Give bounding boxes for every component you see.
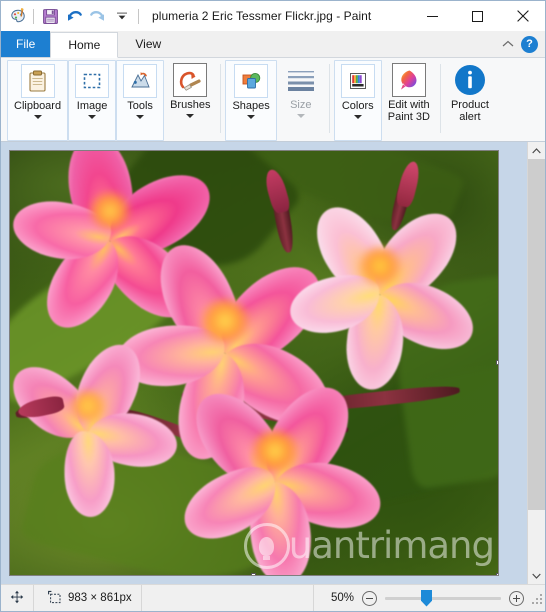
ribbon-group-tools-label: Tools xyxy=(127,100,153,112)
paint-3d-label-line1: Edit with xyxy=(388,99,430,111)
ribbon-group-product-alert-label: Product alert xyxy=(451,99,489,123)
vertical-scrollbar[interactable] xyxy=(527,142,545,584)
vertical-scroll-track[interactable] xyxy=(528,159,545,567)
chevron-up-icon[interactable] xyxy=(499,35,517,53)
move-cursor-icon xyxy=(10,590,24,607)
qat-separator-2 xyxy=(138,8,139,24)
paint-3d-label-line2: Paint 3D xyxy=(387,111,430,123)
ribbon-separator-3 xyxy=(439,64,441,133)
status-cursor-position xyxy=(1,585,33,611)
ribbon-group-shapes[interactable]: Shapes xyxy=(225,60,277,141)
help-icon[interactable]: ? xyxy=(521,35,538,53)
ribbon-group-clipboard[interactable]: Clipboard xyxy=(7,60,69,141)
chevron-down-icon[interactable] xyxy=(33,115,42,119)
tab-file[interactable]: File xyxy=(1,31,51,57)
chevron-down-icon[interactable] xyxy=(88,115,97,119)
selection-icon xyxy=(75,64,110,98)
photo-content: uantrimang xyxy=(10,151,498,575)
tab-bar-right: ? xyxy=(499,31,545,57)
status-image-size: 983 × 861px xyxy=(34,585,141,611)
clipboard-icon xyxy=(20,64,55,98)
qat-separator-1 xyxy=(33,8,34,24)
zoom-slider-track xyxy=(385,596,501,600)
zoom-slider-thumb[interactable] xyxy=(421,589,432,607)
vertical-scroll-thumb[interactable] xyxy=(528,159,545,510)
title-bar: plumeria 2 Eric Tessmer Flickr.jpg - Pai… xyxy=(1,1,545,31)
plumeria-photo[interactable]: uantrimang xyxy=(9,150,499,576)
customize-quick-access-icon[interactable] xyxy=(110,4,134,28)
resize-handle-bottom[interactable] xyxy=(251,573,256,575)
save-icon[interactable] xyxy=(38,4,62,28)
chevron-down-icon[interactable] xyxy=(247,115,256,119)
ribbon-group-tools[interactable]: Tools xyxy=(116,60,165,141)
ribbon-group-image[interactable]: Image xyxy=(68,60,117,141)
ribbon-group-colors-label: Colors xyxy=(341,100,374,112)
image-size-icon xyxy=(47,590,62,607)
close-button[interactable] xyxy=(500,1,545,31)
zoom-slider[interactable] xyxy=(385,589,501,607)
zoom-controls: 50% xyxy=(314,585,530,611)
color-palette-icon xyxy=(340,64,375,98)
ribbon-tab-bar: File Home View ? xyxy=(1,31,545,58)
scroll-down-icon[interactable] xyxy=(528,567,545,584)
ribbon-group-size[interactable]: Size xyxy=(277,60,325,141)
tab-home[interactable]: Home xyxy=(50,32,119,58)
product-alert-label-line1: Product xyxy=(450,99,489,111)
redo-icon[interactable] xyxy=(86,4,110,28)
chevron-down-icon[interactable] xyxy=(136,115,145,119)
paint-3d-icon xyxy=(391,63,426,97)
zoom-out-button[interactable] xyxy=(362,590,377,606)
ribbon-group-paint-3d[interactable]: Edit with Paint 3D xyxy=(382,60,436,141)
ribbon-group-paint-3d-label: Edit with Paint 3D xyxy=(388,99,430,123)
ribbon-group-size-label: Size xyxy=(290,99,312,111)
ribbon-group-brushes[interactable]: Brushes xyxy=(164,60,216,141)
line-size-icon xyxy=(284,63,318,97)
ribbon-group-image-label: Image xyxy=(76,100,108,112)
window-controls xyxy=(410,1,545,31)
maximize-button[interactable] xyxy=(455,1,500,31)
brush-icon xyxy=(173,63,208,97)
scroll-up-icon[interactable] xyxy=(528,142,545,159)
image-size-label: 983 × 861px xyxy=(68,592,132,604)
ribbon-group-brushes-label: Brushes xyxy=(170,99,211,111)
canvas-scroll-region[interactable]: uantrimang xyxy=(1,142,527,584)
ribbon-group-shapes-label: Shapes xyxy=(232,100,270,112)
resize-handle-corner[interactable] xyxy=(496,573,498,575)
chevron-down-icon[interactable] xyxy=(353,115,362,119)
canvas-work-area: uantrimang xyxy=(1,142,545,584)
chevron-down-icon xyxy=(296,114,305,118)
undo-icon[interactable] xyxy=(62,4,86,28)
zoom-in-button[interactable] xyxy=(509,590,524,606)
status-spacer xyxy=(142,585,313,611)
quick-access-toolbar xyxy=(1,1,143,31)
resize-grip[interactable] xyxy=(530,592,542,604)
shapes-icon xyxy=(234,64,269,98)
ribbon-separator-1 xyxy=(220,64,222,133)
minimize-button[interactable] xyxy=(410,1,455,31)
product-alert-label-line2: alert xyxy=(459,111,481,123)
info-icon xyxy=(453,63,487,97)
ribbon-group-colors[interactable]: Colors xyxy=(333,60,382,141)
watermark-text: uantrimang xyxy=(288,523,495,567)
chevron-down-icon[interactable] xyxy=(186,114,195,118)
ribbon: Clipboard Image Tools Brushes Shapes Siz… xyxy=(1,58,545,142)
status-bar: 983 × 861px 50% xyxy=(1,584,545,611)
tools-icon xyxy=(123,64,158,98)
window-title: plumeria 2 Eric Tessmer Flickr.jpg - Pai… xyxy=(152,9,372,23)
ribbon-group-clipboard-label: Clipboard xyxy=(14,100,62,112)
paint-window: plumeria 2 Eric Tessmer Flickr.jpg - Pai… xyxy=(0,0,546,612)
paint-palette-icon[interactable] xyxy=(7,5,29,27)
ribbon-separator-2 xyxy=(328,64,330,133)
resize-handle-right[interactable] xyxy=(496,360,498,365)
zoom-level-label: 50% xyxy=(330,592,354,604)
ribbon-group-product-alert[interactable]: Product alert xyxy=(445,60,495,141)
tab-view[interactable]: View xyxy=(118,31,178,57)
